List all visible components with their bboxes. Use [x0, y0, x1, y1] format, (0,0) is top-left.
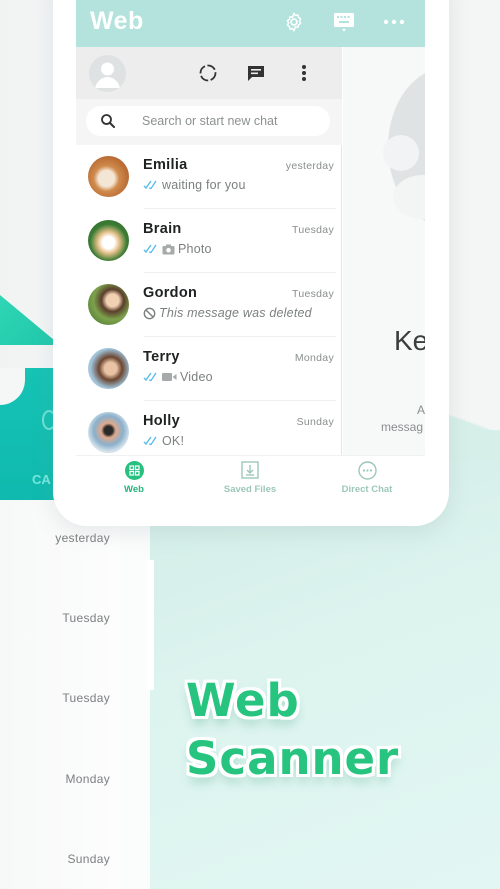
- chat-name: Emilia: [143, 157, 188, 173]
- chat-item-brain[interactable]: Brain Tuesday Photo: [76, 209, 342, 273]
- background-time: yesterday: [55, 531, 110, 545]
- chat-item-gordon[interactable]: Gordon Tuesday This message was deleted: [76, 273, 342, 337]
- background-tab: [146, 560, 154, 690]
- chat-name: Gordon: [143, 285, 198, 301]
- background-time: Tuesday: [62, 691, 110, 705]
- chat-preview: Video: [143, 370, 213, 384]
- download-box-icon: [240, 460, 260, 480]
- chat-list: Emilia yesterday waiting for you Brain T…: [76, 145, 342, 465]
- gear-icon[interactable]: [282, 10, 306, 34]
- background-time: Tuesday: [62, 611, 110, 625]
- nav-saved-files[interactable]: Saved Files: [195, 460, 305, 495]
- bottom-nav: Web Saved Files Direct Chat: [76, 455, 425, 504]
- app-screen: Web Search or start new chat Emilia yest…: [76, 0, 425, 504]
- headline-line-1: Web: [186, 674, 300, 727]
- promo-headline: Web Scanner: [186, 672, 399, 788]
- headline-line-2: Scanner: [186, 732, 400, 785]
- my-avatar[interactable]: [89, 55, 126, 92]
- chat-name: Holly: [143, 413, 180, 429]
- pane-description: messag: [381, 420, 424, 434]
- nav-web[interactable]: Web: [79, 460, 189, 495]
- pane-heading: Ke: [394, 325, 425, 356]
- background-card-label: CA: [32, 472, 51, 487]
- new-chat-icon[interactable]: [244, 61, 268, 85]
- chat-preview: waiting for you: [143, 178, 246, 192]
- status-icon[interactable]: [196, 61, 220, 85]
- camera-icon: [162, 244, 175, 254]
- chat-time: Sunday: [296, 416, 334, 428]
- more-vertical-icon[interactable]: [292, 61, 316, 85]
- more-horizontal-icon[interactable]: [382, 10, 406, 34]
- chat-preview: This message was deleted: [143, 306, 312, 320]
- avatar: [88, 348, 129, 389]
- chat-time: Monday: [294, 352, 334, 364]
- qr-grid-icon: [124, 460, 144, 480]
- avatar: [88, 412, 129, 453]
- app-title: Web: [90, 7, 144, 35]
- double-check-icon: [143, 436, 157, 446]
- chat-name: Terry: [143, 349, 180, 365]
- chat-preview: Photo: [143, 242, 212, 256]
- chat-name: Brain: [143, 221, 182, 237]
- cloud-shape: [383, 135, 419, 171]
- avatar: [88, 220, 129, 261]
- chat-preview-text: This message was deleted: [159, 306, 312, 320]
- avatar: [88, 156, 129, 197]
- background-time: Sunday: [67, 852, 110, 866]
- chat-time: Tuesday: [292, 224, 334, 236]
- search-box[interactable]: [86, 106, 330, 136]
- nav-label: Web: [124, 484, 144, 495]
- nav-direct-chat[interactable]: Direct Chat: [312, 460, 422, 495]
- chat-preview: OK!: [143, 434, 184, 448]
- conversation-pane: Ke A messag: [343, 47, 425, 455]
- nav-label: Saved Files: [223, 484, 277, 495]
- chat-preview-text: OK!: [162, 434, 185, 448]
- chat-preview-text: waiting for you: [162, 178, 246, 192]
- chat-preview-text: Video: [180, 370, 213, 384]
- chat-item-emilia[interactable]: Emilia yesterday waiting for you: [76, 145, 342, 209]
- avatar: [88, 284, 129, 325]
- video-icon: [162, 373, 177, 381]
- chat-time: yesterday: [285, 160, 334, 172]
- chat-list-pane: Emilia yesterday waiting for you Brain T…: [76, 47, 342, 465]
- chat-item-terry[interactable]: Terry Monday Video: [76, 337, 342, 401]
- double-check-icon: [143, 244, 157, 254]
- keyboard-icon[interactable]: [332, 10, 356, 34]
- double-check-icon: [143, 372, 157, 382]
- chat-preview-text: Photo: [178, 242, 212, 256]
- nav-label: Direct Chat: [341, 484, 393, 495]
- app-header: Web: [76, 0, 425, 47]
- pane-description: A: [417, 403, 425, 417]
- background-time: Monday: [65, 772, 110, 786]
- double-check-icon: [143, 180, 157, 190]
- chat-dots-icon: [357, 460, 377, 480]
- search-icon: [101, 114, 115, 128]
- background-strip-edge: [120, 500, 150, 889]
- chat-time: Tuesday: [292, 288, 334, 300]
- search-input[interactable]: [142, 106, 322, 136]
- pane-toolbar: [76, 47, 342, 99]
- search-bar: [76, 99, 342, 145]
- blocked-icon: [143, 307, 156, 319]
